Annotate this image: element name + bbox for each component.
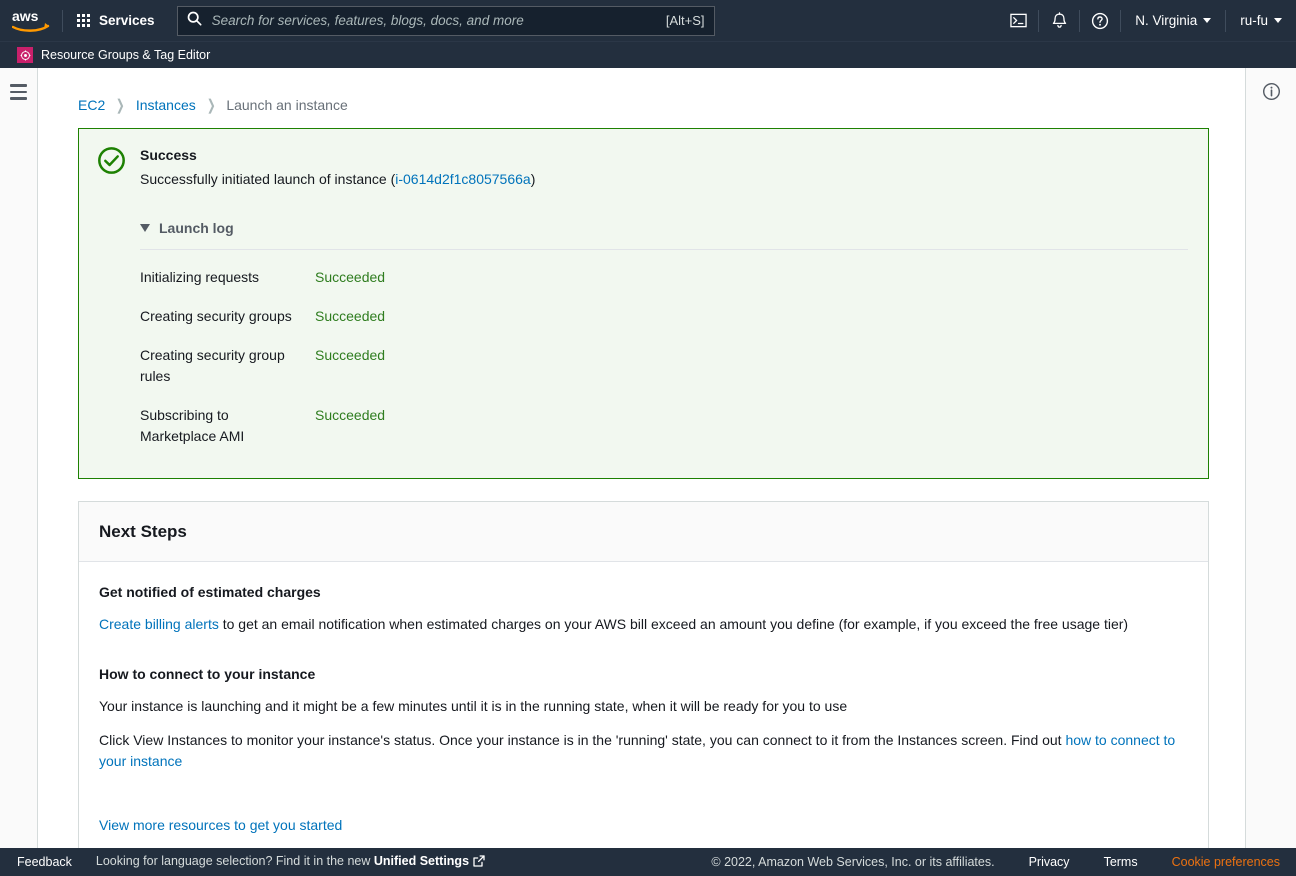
aws-logo[interactable]: aws: [0, 0, 62, 41]
grid-icon: [77, 14, 90, 27]
table-row: Initializing requests Succeeded: [140, 258, 1188, 297]
next-steps-body: Get notified of estimated charges Create…: [79, 562, 1208, 862]
log-step-name: Creating security groups: [140, 307, 292, 324]
log-step-status: Succeeded: [315, 268, 386, 285]
terms-link[interactable]: Terms: [1104, 855, 1138, 869]
view-more-resources-link[interactable]: View more resources to get you started: [99, 817, 342, 833]
breadcrumb: EC2 ❯ Instances ❯ Launch an instance: [78, 68, 1209, 128]
left-navigation-rail: [0, 68, 38, 876]
next-steps-card: Next Steps Get notified of estimated cha…: [78, 500, 1209, 863]
chevron-down-icon: [1203, 18, 1212, 23]
breadcrumb-separator-icon: ❯: [206, 97, 216, 114]
table-row: Subscribing to Marketplace AMI Succeeded: [140, 396, 1188, 456]
cookie-preferences-link[interactable]: Cookie preferences: [1172, 855, 1280, 869]
language-note: Looking for language selection? Find it …: [96, 854, 485, 870]
launch-log-table: Initializing requests Succeeded Creating…: [140, 258, 1188, 456]
billing-paragraph: Create billing alerts to get an email no…: [99, 614, 1188, 634]
triangle-down-icon: [140, 223, 150, 232]
external-link-icon: [473, 855, 485, 870]
top-navigation-bar: aws Services [Alt+S]: [0, 0, 1296, 41]
log-step-status: Succeeded: [315, 346, 386, 363]
question-circle-icon: [1092, 12, 1109, 29]
notifications-button[interactable]: [1039, 0, 1079, 41]
account-label: ru-fu: [1240, 13, 1268, 28]
feedback-link[interactable]: Feedback: [17, 855, 72, 869]
chevron-down-icon: [1274, 18, 1282, 23]
log-step-name: Subscribing to Marketplace AMI: [140, 406, 245, 444]
connect-paragraph-1: Your instance is launching and it might …: [99, 698, 848, 715]
unified-settings-link[interactable]: Unified Settings: [374, 854, 469, 868]
next-steps-title: Next Steps: [99, 521, 187, 541]
create-billing-alerts-link[interactable]: Create billing alerts: [99, 616, 219, 632]
breadcrumb-item-current: Launch an instance: [226, 97, 348, 113]
main-content: EC2 ❯ Instances ❯ Launch an instance Suc…: [38, 68, 1245, 876]
aws-logo-icon: aws: [12, 8, 50, 32]
language-note-text: Looking for language selection? Find it …: [95, 854, 374, 868]
instance-id-link[interactable]: i-0614d2f1c8057566a: [395, 171, 530, 187]
copyright-text: © 2022, Amazon Web Services, Inc. or its…: [711, 855, 995, 869]
log-step-name: Creating security group rules: [140, 346, 285, 384]
page-footer: Feedback Looking for language selection?…: [0, 848, 1296, 876]
right-info-rail: [1245, 68, 1296, 876]
alert-message: Successfully initiated launch of instanc…: [140, 169, 1188, 189]
connect-paragraph-2: Click View Instances to monitor your ins…: [99, 730, 1188, 771]
connect-paragraph-2-text: Click View Instances to monitor your ins…: [99, 732, 1066, 749]
hamburger-menu-icon[interactable]: [10, 84, 27, 100]
billing-paragraph-text: to get an email notification when estima…: [218, 615, 1129, 632]
alert-message-prefix: Successfully initiated launch of instanc…: [140, 171, 396, 188]
services-label: Services: [99, 13, 155, 28]
table-row: Creating security group rules Succeeded: [140, 336, 1188, 396]
terminal-icon: [1009, 13, 1027, 28]
search-input[interactable]: [209, 12, 660, 29]
search-shortcut-hint: [Alt+S]: [665, 13, 705, 28]
svg-text:aws: aws: [12, 8, 39, 24]
page-shell: EC2 ❯ Instances ❯ Launch an instance Suc…: [0, 68, 1296, 876]
footer-right: © 2022, Amazon Web Services, Inc. or its…: [711, 855, 1296, 869]
bell-icon: [1052, 11, 1066, 28]
launch-log-label: Launch log: [159, 219, 234, 236]
launch-log-toggle[interactable]: Launch log: [140, 220, 234, 236]
check-circle-icon: [97, 146, 126, 456]
help-button[interactable]: [1080, 0, 1120, 41]
favorites-bar: Resource Groups & Tag Editor: [0, 41, 1296, 68]
info-circle-icon[interactable]: [1262, 82, 1281, 106]
region-label: N. Virginia: [1135, 13, 1198, 28]
next-steps-header: Next Steps: [79, 501, 1208, 562]
connect-section-title: How to connect to your instance: [99, 666, 316, 683]
log-step-name: Initializing requests: [140, 268, 260, 285]
resource-groups-link[interactable]: Resource Groups & Tag Editor: [41, 48, 210, 62]
alert-title: Success: [140, 147, 197, 163]
privacy-link[interactable]: Privacy: [1029, 855, 1070, 869]
alert-message-suffix: ): [530, 171, 536, 188]
region-selector[interactable]: N. Virginia: [1121, 0, 1225, 41]
billing-section-title: Get notified of estimated charges: [99, 583, 321, 600]
cloudshell-button[interactable]: [998, 0, 1038, 41]
breadcrumb-item-instances[interactable]: Instances: [136, 97, 196, 113]
global-search-bar[interactable]: [Alt+S]: [176, 5, 715, 36]
breadcrumb-item-ec2[interactable]: EC2: [78, 97, 105, 113]
log-step-status: Succeeded: [315, 406, 386, 423]
resource-groups-icon: [17, 47, 33, 63]
launch-log-divider: [140, 248, 1188, 250]
services-menu-button[interactable]: Services: [63, 0, 169, 41]
success-alert: Success Successfully initiated launch of…: [78, 128, 1209, 479]
footer-left: Feedback Looking for language selection?…: [0, 854, 485, 870]
table-row: Creating security groups Succeeded: [140, 297, 1188, 336]
breadcrumb-separator-icon: ❯: [116, 97, 125, 114]
log-step-status: Succeeded: [315, 307, 386, 324]
search-icon: [187, 11, 202, 31]
account-menu[interactable]: ru-fu: [1226, 0, 1296, 41]
alert-body: Success Successfully initiated launch of…: [140, 145, 1188, 456]
top-nav-right-cluster: N. Virginia ru-fu: [998, 0, 1296, 41]
